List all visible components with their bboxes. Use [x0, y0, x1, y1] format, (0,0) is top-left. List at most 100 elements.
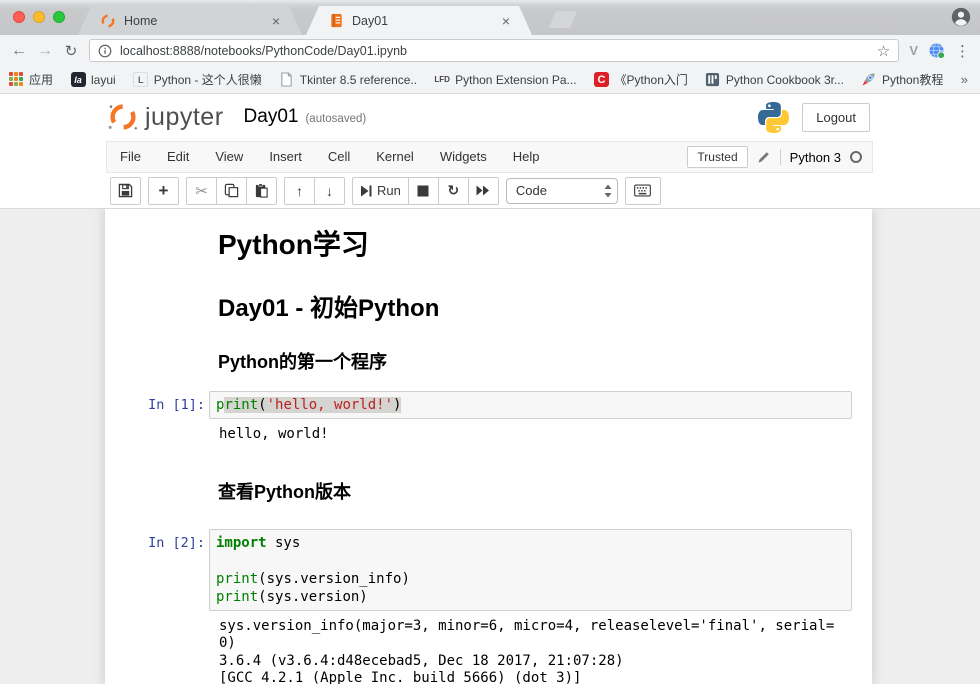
bookmark-python-blog[interactable]: L Python - 这个人很懒: [133, 71, 262, 88]
trusted-button[interactable]: Trusted: [687, 146, 747, 168]
move-cell-up-button[interactable]: ↑: [284, 177, 315, 205]
jupyter-header: jupyter Day01 (autosaved) Logout: [0, 94, 980, 140]
extension-globe-icon[interactable]: [928, 42, 945, 59]
code-input-2[interactable]: import sys print(sys.version_info)print(…: [209, 529, 852, 611]
letter-l-icon: L: [133, 72, 148, 87]
bookmark-label: 《Python入门: [615, 71, 688, 88]
markdown-heading-2[interactable]: Day01 - 初始Python: [218, 288, 852, 323]
run-cell-button[interactable]: Run: [352, 177, 409, 205]
bookmark-tkinter[interactable]: Tkinter 8.5 reference..: [279, 72, 417, 88]
tab-title: Home: [124, 14, 264, 28]
save-button[interactable]: [110, 177, 141, 205]
bookmark-label: layui: [91, 73, 116, 87]
close-window-button[interactable]: [13, 11, 25, 23]
restart-run-all-button[interactable]: [468, 177, 499, 205]
command-palette-button[interactable]: [625, 177, 661, 205]
checkpoint-status: (autosaved): [305, 109, 366, 125]
notebook-container: Python学习 Day01 - 初始Python Python的第一个程序 I…: [105, 209, 872, 684]
zoom-window-button[interactable]: [53, 11, 65, 23]
profile-avatar-icon[interactable]: [950, 6, 972, 28]
bookmark-layui[interactable]: la layui: [70, 72, 116, 88]
apps-grid-icon: [8, 72, 24, 88]
cell-output-2: sys.version_info(major=3, minor=6, micro…: [219, 618, 852, 684]
move-cell-down-button[interactable]: ↓: [314, 177, 345, 205]
jupyter-toolbar: + ✂ ↑ ↓ Run ↻ Code: [0, 173, 980, 209]
edit-pencil-icon: [757, 150, 771, 164]
logout-button[interactable]: Logout: [802, 103, 870, 132]
select-arrows-icon: [604, 184, 612, 198]
restart-kernel-button[interactable]: ↻: [438, 177, 469, 205]
csdn-c-icon: C: [594, 72, 609, 87]
jupyter-logo[interactable]: jupyter: [107, 101, 224, 133]
jupyter-menubar: File Edit View Insert Cell Kernel Widget…: [106, 141, 873, 173]
bookmark-python-extension[interactable]: LFD Python Extension Pa...: [434, 72, 576, 88]
kernel-idle-indicator-icon: [850, 151, 862, 163]
bookmark-label: 应用: [29, 71, 53, 88]
menu-widgets[interactable]: Widgets: [427, 142, 500, 172]
menu-kernel[interactable]: Kernel: [363, 142, 427, 172]
bookmark-label: Python Cookbook 3r...: [726, 73, 844, 87]
bookmarks-overflow-chevron[interactable]: »: [961, 72, 972, 87]
forward-button[interactable]: →: [32, 42, 58, 60]
bookmarks-bar: 应用 la layui L Python - 这个人很懒 Tkinter 8.5…: [0, 66, 980, 94]
bookmark-label: Python - 这个人很懒: [154, 71, 262, 88]
browser-toolbar: ← → ↻ localhost:8888/notebooks/PythonCod…: [0, 35, 980, 66]
menu-help[interactable]: Help: [500, 142, 553, 172]
bookmark-apps[interactable]: 应用: [8, 71, 53, 88]
menu-edit[interactable]: Edit: [154, 142, 202, 172]
jupyter-logo-text: jupyter: [145, 103, 224, 132]
input-prompt: In [1]:: [105, 391, 209, 414]
reload-button[interactable]: ↻: [58, 42, 84, 60]
menu-insert[interactable]: Insert: [256, 142, 315, 172]
add-cell-button[interactable]: +: [148, 177, 179, 205]
book-icon: [705, 72, 721, 88]
url-text[interactable]: localhost:8888/notebooks/PythonCode/Day0…: [120, 44, 877, 58]
extension-v-icon[interactable]: V: [909, 43, 918, 58]
minimize-window-button[interactable]: [33, 11, 45, 23]
chrome-menu-icon[interactable]: ⋮: [955, 42, 970, 60]
tab-close-icon[interactable]: ×: [502, 14, 510, 28]
bookmark-label: Tkinter 8.5 reference..: [300, 73, 417, 87]
cell-output-1: hello, world!: [219, 426, 852, 444]
markdown-heading-1[interactable]: Python学习: [218, 223, 852, 263]
markdown-heading-4[interactable]: 查看Python版本: [218, 478, 852, 504]
tab-day01[interactable]: Day01 ×: [306, 6, 532, 35]
code-input-1[interactable]: print('hello, world!'): [209, 391, 852, 419]
kernel-name: Python 3: [790, 150, 841, 165]
bookmark-label: Python Extension Pa...: [455, 73, 576, 87]
bookmark-python-intro[interactable]: C 《Python入门: [594, 71, 688, 88]
keyboard-icon: [634, 184, 651, 197]
notebook-favicon-icon: [328, 13, 344, 29]
menu-view[interactable]: View: [202, 142, 256, 172]
bookmark-cookbook[interactable]: Python Cookbook 3r...: [705, 72, 844, 88]
bookmark-python-tutorial[interactable]: Python教程: [861, 71, 943, 88]
lfd-icon: LFD: [434, 72, 450, 88]
menu-file[interactable]: File: [107, 142, 154, 172]
page-info-icon[interactable]: [98, 44, 112, 58]
jupyter-favicon-icon: [100, 13, 116, 29]
layui-icon: la: [71, 72, 86, 87]
tab-home[interactable]: Home ×: [78, 6, 302, 35]
run-label: Run: [377, 183, 401, 198]
menu-cell[interactable]: Cell: [315, 142, 363, 172]
bookmark-star-icon[interactable]: ☆: [877, 42, 890, 60]
divider: [780, 149, 781, 165]
tab-close-icon[interactable]: ×: [272, 14, 280, 28]
markdown-heading-3[interactable]: Python的第一个程序: [218, 348, 852, 374]
notebook-scroll-area[interactable]: Python学习 Day01 - 初始Python Python的第一个程序 I…: [0, 209, 980, 684]
address-bar[interactable]: localhost:8888/notebooks/PythonCode/Day0…: [89, 39, 899, 62]
jupyter-logo-icon: [107, 101, 139, 133]
new-tab-button[interactable]: [549, 11, 577, 28]
page-icon: [279, 72, 295, 88]
copy-cell-button[interactable]: [216, 177, 247, 205]
code-cell-1: In [1]: print('hello, world!'): [105, 391, 872, 419]
paste-cell-button[interactable]: [246, 177, 277, 205]
cell-type-select[interactable]: Code: [506, 178, 618, 204]
notebook-title[interactable]: Day01: [244, 106, 299, 128]
cut-cell-button[interactable]: ✂: [186, 177, 217, 205]
rocket-icon: [861, 72, 877, 88]
back-button[interactable]: ←: [6, 42, 32, 60]
tab-title: Day01: [352, 14, 494, 28]
bookmark-label: Python教程: [882, 71, 943, 88]
interrupt-kernel-button[interactable]: [408, 177, 439, 205]
